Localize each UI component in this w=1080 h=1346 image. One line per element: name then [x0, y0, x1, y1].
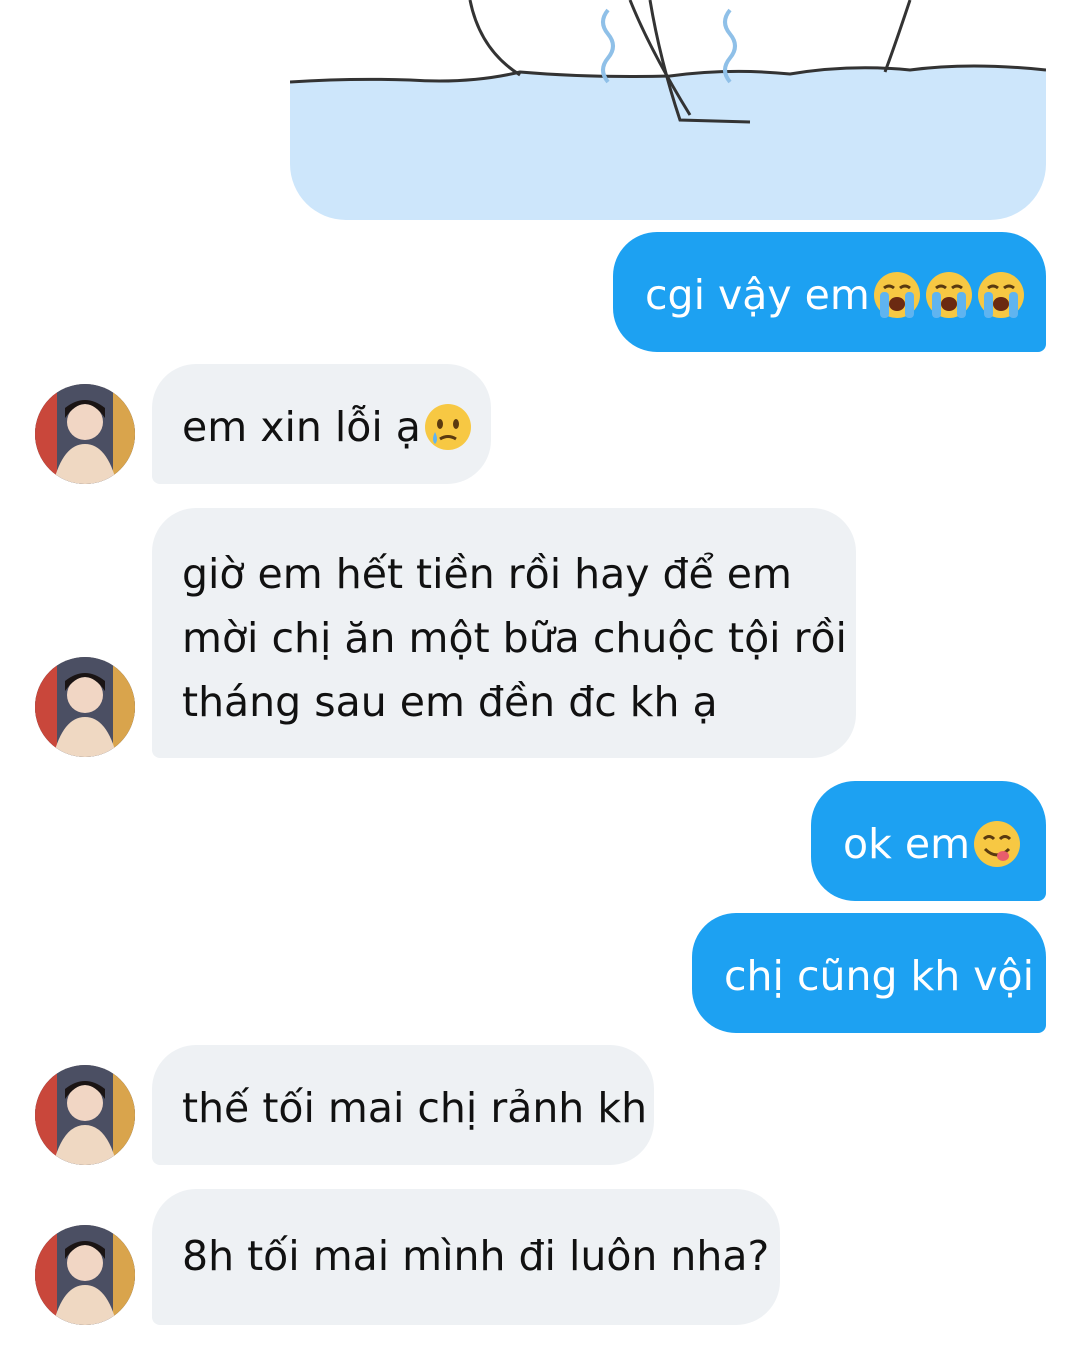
message-text: em xin lỗi ạ — [182, 403, 421, 451]
avatar[interactable] — [35, 657, 135, 757]
chat-thread: cgi vậy em em xin lỗi ạ giờ em hết tiền … — [0, 0, 1080, 1346]
loudly-crying-face-icon — [976, 270, 1026, 320]
incoming-message[interactable]: 8h tối mai mình đi luôn nha? — [152, 1189, 780, 1325]
message-text: 8h tối mai mình đi luôn nha? — [182, 1232, 770, 1280]
message-text: thế tối mai chị rảnh kh — [182, 1084, 648, 1132]
avatar[interactable] — [35, 1225, 135, 1325]
outgoing-message[interactable]: chị cũng kh vội — [692, 913, 1046, 1033]
message-line: tháng sau em đền đc kh ạ — [182, 678, 718, 726]
avatar[interactable] — [35, 384, 135, 484]
sticker-message[interactable] — [290, 0, 1046, 220]
message-text: chị cũng kh vội — [724, 952, 1035, 1000]
message-line: mời chị ăn một bữa chuộc tội rồi — [182, 614, 847, 662]
avatar[interactable] — [35, 1065, 135, 1165]
incoming-message[interactable]: em xin lỗi ạ — [152, 364, 491, 484]
loudly-crying-face-icon — [872, 270, 922, 320]
message-text: cgi vậy em — [645, 271, 870, 319]
face-savoring-food-icon — [972, 819, 1022, 869]
message-text: ok em — [843, 820, 971, 868]
crying-cat-sticker-icon — [290, 0, 1046, 220]
outgoing-message[interactable]: ok em — [811, 781, 1046, 901]
face-holding-back-tears-icon — [423, 402, 473, 452]
outgoing-message[interactable]: cgi vậy em — [613, 232, 1046, 352]
loudly-crying-face-icon — [924, 270, 974, 320]
incoming-message[interactable]: thế tối mai chị rảnh kh — [152, 1045, 654, 1165]
message-line: giờ em hết tiền rồi hay để em — [182, 550, 792, 598]
incoming-message[interactable]: giờ em hết tiền rồi hay để em mời chị ăn… — [152, 508, 856, 758]
